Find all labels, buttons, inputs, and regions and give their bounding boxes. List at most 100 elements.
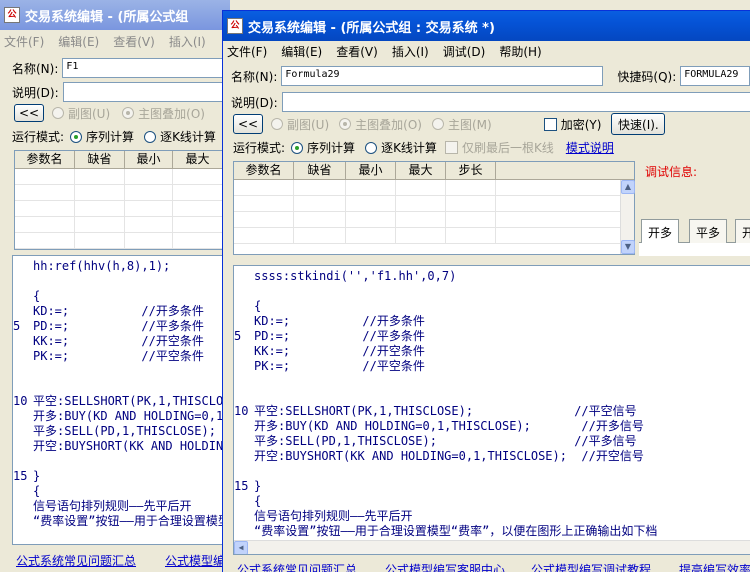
scroll-left-icon[interactable]: ◀ bbox=[234, 541, 248, 554]
code-line[interactable]: PK:=; //平空条件 bbox=[33, 349, 215, 364]
code-line[interactable]: 平多:SELL(PD,1,THISCLOSE); bbox=[33, 424, 216, 439]
code-line[interactable]: “费率设置”按钮——用于合理设置模型“费率”，以便在图形上正确输出如下档 bbox=[254, 524, 736, 539]
front-menu-view[interactable]: 查看(V) bbox=[336, 43, 378, 60]
front-code-text[interactable]: ssss:stkindi('','f1.hh',0,7){KD:=; //开多条… bbox=[254, 269, 736, 539]
line-number bbox=[13, 274, 31, 289]
front-debug-tab-open-long[interactable]: 开多 bbox=[641, 219, 680, 243]
code-line[interactable]: 开多:BUY(KD AND HOLDING=0,1,THISCLOSE); bbox=[33, 409, 229, 424]
code-line[interactable]: PD:=; //平多条件 bbox=[33, 319, 215, 334]
table-row[interactable] bbox=[234, 228, 634, 244]
front-sequence-radio[interactable] bbox=[291, 141, 304, 154]
code-line[interactable]: 开空:BUYSHORT(KK AND HOLDING=0,1,THISCLOSE… bbox=[254, 449, 736, 464]
scroll-up-icon[interactable]: ▲ bbox=[621, 180, 635, 194]
front-code-hscrollbar[interactable]: ◀ bbox=[234, 540, 750, 554]
front-overlay-radio[interactable] bbox=[339, 118, 352, 130]
back-name-input[interactable]: F1 bbox=[62, 58, 230, 78]
code-line[interactable] bbox=[33, 274, 215, 289]
code-line[interactable]: 平空:SELLSHORT(PK,1,THISCLOSE); //平空信号 bbox=[254, 404, 736, 419]
code-line[interactable]: KK:=; //开空条件 bbox=[33, 334, 215, 349]
front-menu-file[interactable]: 文件(F) bbox=[227, 43, 267, 60]
front-desc-input[interactable] bbox=[281, 92, 750, 112]
line-number bbox=[234, 299, 252, 314]
back-menu-view[interactable]: 查看(V) bbox=[113, 33, 155, 50]
front-name-input[interactable]: Formula29 bbox=[281, 66, 604, 86]
back-service-link[interactable]: 公式模型编写客服中心 bbox=[165, 552, 230, 569]
back-param-grid[interactable]: 参数名 缺省 最小 最大 bbox=[14, 150, 230, 250]
scroll-down-icon[interactable]: ▼ bbox=[621, 240, 635, 254]
table-row[interactable] bbox=[234, 212, 634, 228]
code-line[interactable]: } bbox=[33, 469, 215, 484]
front-shortcut-input[interactable]: FORMULA29 bbox=[680, 66, 750, 86]
code-line[interactable] bbox=[254, 464, 736, 479]
front-menu-help[interactable]: 帮助(H) bbox=[499, 43, 541, 60]
front-debug-tab-open-short[interactable]: 开 bbox=[735, 219, 750, 243]
code-line[interactable]: ssss:stkindi('','f1.hh',0,7) bbox=[254, 269, 736, 284]
table-row[interactable] bbox=[15, 201, 229, 217]
back-code-editor[interactable]: 5 10 15 hh:ref(hhv(h,8),1);{KD:=; //开多条件 PD… bbox=[12, 255, 230, 545]
back-collapse-button[interactable]: << bbox=[14, 104, 44, 122]
front-encrypt-checkbox[interactable] bbox=[543, 117, 557, 131]
table-row[interactable] bbox=[15, 217, 229, 233]
back-code-text[interactable]: hh:ref(hhv(h,8),1);{KD:=; //开多条件 PD:=; //… bbox=[33, 259, 229, 529]
front-code-editor[interactable]: 5 10 15 ssss:stkindi('','f1.hh',0,7){KD:=;… bbox=[233, 265, 750, 555]
code-line[interactable]: KD:=; //开多条件 bbox=[33, 304, 215, 319]
code-line[interactable] bbox=[33, 454, 215, 469]
code-line[interactable]: 平多:SELL(PD,1,THISCLOSE); //平多信号 bbox=[254, 434, 736, 449]
table-row[interactable] bbox=[234, 196, 634, 212]
back-desc-input[interactable] bbox=[62, 82, 230, 102]
code-line[interactable]: KK:=; //开空条件 bbox=[254, 344, 736, 359]
back-title-bar[interactable]: 公 交易系统编辑 - (所属公式组 bbox=[0, 0, 230, 30]
table-row[interactable] bbox=[15, 185, 229, 201]
front-mode-help-link[interactable]: 模式说明 bbox=[566, 139, 614, 156]
front-mainchart-radio[interactable] bbox=[431, 118, 444, 130]
code-line[interactable]: 开空:BUYSHORT(KK AND HOLDING=0,1,THISCLOSE… bbox=[33, 439, 229, 454]
front-refresh-last-checkbox[interactable] bbox=[444, 141, 458, 154]
front-service-link[interactable]: 公式模型编写客服中心 bbox=[385, 561, 505, 572]
table-row[interactable] bbox=[234, 180, 634, 196]
back-overlay-radio[interactable] bbox=[122, 107, 135, 119]
front-menu-debug[interactable]: 调试(D) bbox=[443, 43, 486, 60]
front-subchart-radio[interactable] bbox=[271, 118, 283, 130]
code-line[interactable]: { bbox=[254, 299, 736, 314]
code-line[interactable]: 开多:BUY(KD AND HOLDING=0,1,THISCLOSE); //… bbox=[254, 419, 736, 434]
code-line[interactable]: 信号语句排列规则——先平后开 bbox=[254, 509, 736, 524]
front-quick-button[interactable]: 快速(I). bbox=[611, 113, 666, 135]
code-line[interactable]: PK:=; //平空条件 bbox=[254, 359, 736, 374]
front-menu-insert[interactable]: 插入(I) bbox=[392, 43, 429, 60]
table-row[interactable] bbox=[15, 169, 229, 185]
front-per-bar-radio[interactable] bbox=[365, 141, 378, 154]
code-line[interactable]: { bbox=[33, 484, 215, 499]
code-line[interactable]: PD:=; //平多条件 bbox=[254, 329, 736, 344]
code-line[interactable]: “费率设置”按钮——用于合理设置模型“费率” bbox=[33, 514, 229, 529]
code-line[interactable] bbox=[254, 389, 736, 404]
front-collapse-button[interactable]: << bbox=[233, 114, 263, 134]
front-param-grid[interactable]: 参数名 缺省 最小 最大 步长 ▲ ▼ bbox=[233, 161, 635, 255]
back-menu-edit[interactable]: 编辑(E) bbox=[58, 33, 99, 50]
back-menu-insert[interactable]: 插入(I) bbox=[169, 33, 206, 50]
code-line[interactable] bbox=[254, 374, 736, 389]
back-menu-file[interactable]: 文件(F) bbox=[4, 33, 44, 50]
front-faq-link[interactable]: 公式系统常见问题汇总 bbox=[237, 561, 357, 572]
back-name-label: 名称(N): bbox=[12, 61, 59, 76]
code-line[interactable]: 平空:SELLSHORT(PK,1,THISCLOSE); bbox=[33, 394, 229, 409]
code-line[interactable] bbox=[254, 284, 736, 299]
code-line[interactable]: } bbox=[254, 479, 736, 494]
back-faq-link[interactable]: 公式系统常见问题汇总 bbox=[16, 552, 136, 569]
front-menu-edit[interactable]: 编辑(E) bbox=[281, 43, 322, 60]
code-line[interactable]: 信号语句排列规则——先平后开 bbox=[33, 499, 215, 514]
front-tutorial-link[interactable]: 公式模型编写调试教程 bbox=[531, 561, 651, 572]
code-line[interactable]: hh:ref(hhv(h,8),1); bbox=[33, 259, 215, 274]
back-per-bar-radio[interactable] bbox=[144, 130, 157, 143]
table-row[interactable] bbox=[15, 233, 229, 249]
code-line[interactable]: KD:=; //开多条件 bbox=[254, 314, 736, 329]
code-line[interactable] bbox=[33, 364, 215, 379]
back-sequence-radio[interactable] bbox=[70, 130, 83, 143]
back-subchart-radio[interactable] bbox=[52, 107, 64, 119]
front-debug-tab-close-long[interactable]: 平多 bbox=[689, 219, 728, 243]
code-line[interactable]: { bbox=[33, 289, 215, 304]
code-line[interactable]: { bbox=[254, 494, 736, 509]
code-line[interactable] bbox=[33, 379, 215, 394]
front-param-scrollbar[interactable]: ▲ ▼ bbox=[620, 180, 635, 254]
front-efficiency-link[interactable]: 提高编写效率 bbox=[679, 561, 750, 572]
front-title-bar[interactable]: 公 交易系统编辑 - (所属公式组 : 交易系统 *) bbox=[223, 11, 750, 41]
